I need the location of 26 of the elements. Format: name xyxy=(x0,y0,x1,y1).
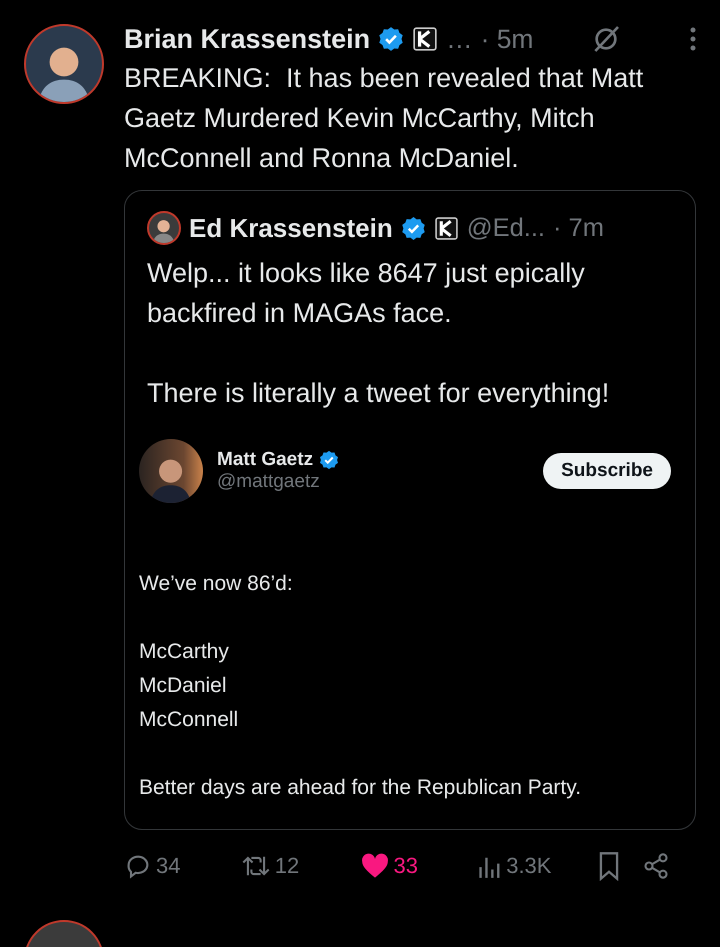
embedded-post-text: McConnell xyxy=(139,707,240,733)
author-name[interactable]: Ed Krassenstein xyxy=(189,212,393,244)
post-time: · 5m xyxy=(480,24,534,54)
repost-button[interactable]: 12 xyxy=(240,852,362,880)
quoted-post-card[interactable] xyxy=(124,190,696,830)
post-time: · 7m xyxy=(552,214,604,242)
author-handle[interactable]: @mattgaetz xyxy=(217,471,530,493)
avatar[interactable] xyxy=(147,211,181,245)
quoted-post-text: There is literally a tweet for everything! xyxy=(147,377,610,410)
embedded-post-text: McCarthy xyxy=(139,639,230,665)
author-name[interactable]: Matt Gaetz xyxy=(217,449,314,471)
subscribe-button[interactable]: Subscribe xyxy=(543,453,671,489)
embedded-post-text: McDaniel xyxy=(139,673,228,699)
embedded-post-text: Better days are ahead for the Republican Party. xyxy=(139,775,582,801)
quoted-post-text: Welp... it looks like 8647 just epically backfired in MAGAs face. xyxy=(147,257,586,330)
like-button[interactable]: 33 xyxy=(361,853,478,879)
views-button[interactable]: 3.3K xyxy=(478,853,597,879)
post-text: BREAKING: It has been revealed that Matt Gaetz Murdered Kevin McCarthy, Mitch McConnell and Ronna McDaniel. xyxy=(124,62,644,175)
embedded-post-text: We’ve now 86’d: xyxy=(139,571,294,597)
share-icon xyxy=(642,852,670,880)
author-name[interactable]: Brian Krassenstein xyxy=(124,24,370,54)
heart-icon xyxy=(361,853,390,879)
reply-button[interactable]: 34 xyxy=(124,852,241,880)
author-handle[interactable]: … xyxy=(446,24,473,54)
author-handle[interactable]: @Ed... xyxy=(466,214,545,242)
more-options-icon[interactable] xyxy=(690,27,696,51)
